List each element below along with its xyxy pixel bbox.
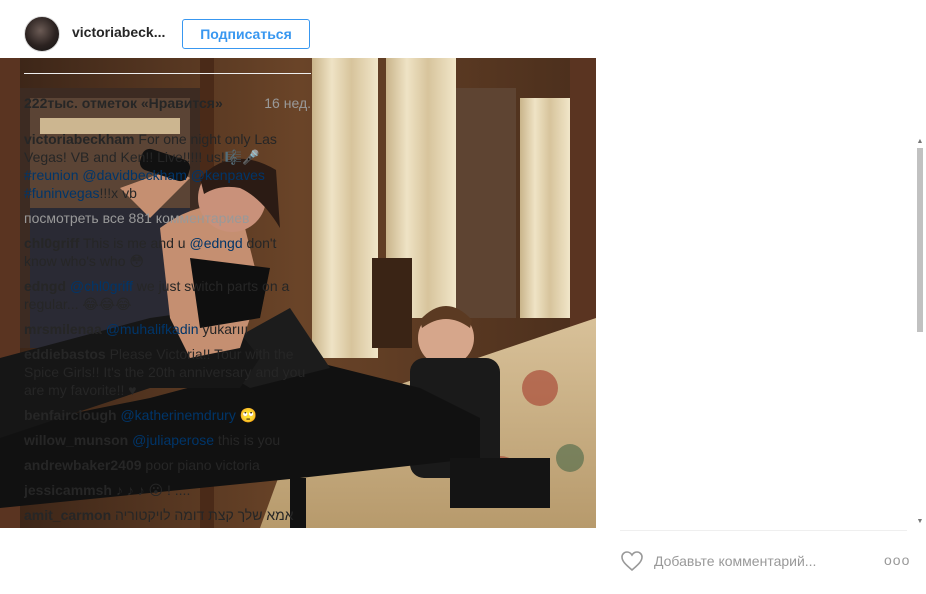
comment-mention[interactable]: @edngd — [189, 235, 242, 251]
comment-author[interactable]: willow_munson — [24, 432, 128, 448]
caption-tags[interactable]: #reunion @davidbeckham @kenpaves #funinv… — [24, 167, 265, 201]
likes-row: 222тыс. отметок «Нравится» 16 нед. — [24, 95, 311, 113]
footer-divider — [620, 530, 907, 531]
comment-item: jessicammsh ♪ ♪ ♪ 😮 ! .... — [24, 481, 311, 499]
comment-mention[interactable]: @muhalifkadin — [102, 321, 199, 337]
comment-item: chl0griff This is me and u @edngd don't … — [24, 234, 311, 270]
comment-author[interactable]: benfairclough — [24, 407, 117, 423]
scroll-down-arrow-icon[interactable]: ▼ — [916, 518, 924, 526]
comment-item: willow_munson @juliaperose this is you — [24, 431, 311, 449]
comment-text: this is you — [214, 432, 281, 448]
comment-item: amit_carmon אמא שלך קצת דומה לויקטוריה — [24, 506, 311, 522]
caption-author[interactable]: victoriabeckham — [24, 131, 135, 147]
comment-author[interactable]: andrewbaker2409 — [24, 457, 142, 473]
username-link[interactable]: victoriabeck... — [72, 24, 165, 40]
post-header: victoriabeck... Подписаться — [24, 12, 314, 56]
scroll-up-arrow-icon[interactable]: ▲ — [916, 138, 924, 146]
caption: victoriabeckham For one night only Las V… — [24, 130, 311, 202]
scroll-thumb[interactable] — [917, 148, 923, 332]
post-age[interactable]: 16 нед. — [264, 95, 311, 111]
comment-author[interactable]: chl0griff — [24, 235, 79, 251]
comment-author[interactable]: amit_carmon — [24, 507, 111, 522]
comment-text: אמא שלך קצת דומה לויקטוריה — [111, 507, 294, 522]
view-all-comments-link[interactable]: посмотреть все 881 комментариев — [24, 209, 311, 227]
comment-item: benfairclough @katherinemdrury 🙄 — [24, 406, 311, 424]
heart-icon[interactable] — [620, 550, 644, 572]
comment-input[interactable] — [654, 550, 854, 572]
comment-item: andrewbaker2409 poor piano victoria — [24, 456, 311, 474]
comment-item: edngd @chl0griff we just switch parts on… — [24, 277, 311, 313]
comment-mention[interactable]: @juliaperose — [128, 432, 214, 448]
avatar[interactable] — [24, 16, 60, 52]
comment-mention[interactable]: @katherinemdrury — [117, 407, 235, 423]
caption-tail: !!!x vb — [99, 185, 137, 201]
comments-scrollbar[interactable]: ▲ ▼ — [916, 138, 924, 528]
comments-list[interactable]: victoriabeckham For one night only Las V… — [24, 130, 311, 522]
post-footer: ooo — [620, 546, 910, 576]
comment-author[interactable]: edngd — [24, 278, 66, 294]
comment-item: mrsmilenaa @muhalifkadin yukarııı — [24, 320, 311, 338]
likes-count[interactable]: 222тыс. отметок «Нравится» — [24, 95, 223, 111]
comment-author[interactable]: jessicammsh — [24, 482, 112, 498]
comment-author[interactable]: eddiebastos — [24, 346, 106, 362]
comment-mention[interactable]: @chl0griff — [66, 278, 133, 294]
comment-text: This is me and u — [79, 235, 190, 251]
header-divider — [24, 73, 311, 74]
comment-item: eddiebastos Please Victoria!! Tour with … — [24, 345, 311, 399]
comment-text: ♪ ♪ ♪ 😮 ! .... — [111, 482, 191, 498]
follow-button[interactable]: Подписаться — [182, 19, 310, 49]
comment-text: 🙄 — [235, 407, 258, 423]
comment-text: yukarııı — [198, 321, 249, 337]
comment-text: poor piano victoria — [141, 457, 260, 473]
comment-author[interactable]: mrsmilenaa — [24, 321, 102, 337]
more-options-icon[interactable]: ooo — [884, 552, 910, 568]
